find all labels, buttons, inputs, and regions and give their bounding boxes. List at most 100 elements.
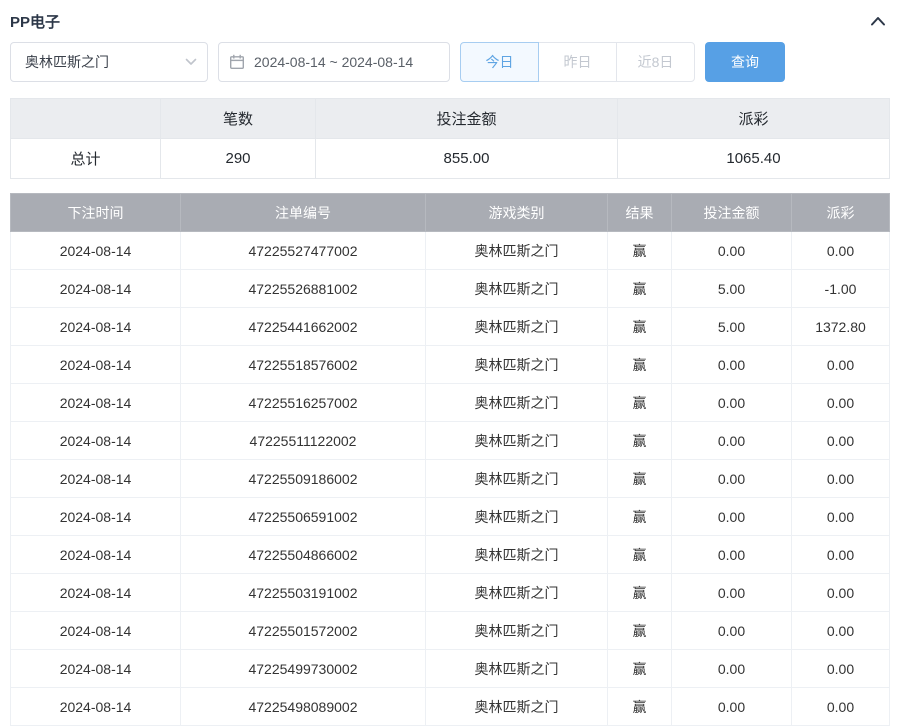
summary-count-value: 290 bbox=[161, 139, 316, 179]
table-row: 2024-08-1447225499730002奥林匹斯之门赢0.000.00 bbox=[11, 650, 890, 688]
bet-time: 2024-08-14 bbox=[11, 422, 181, 460]
bet-amount: 0.00 bbox=[672, 688, 792, 726]
bet-payout: -1.00 bbox=[792, 270, 890, 308]
bet-number: 47225498089002 bbox=[181, 688, 426, 726]
game-category[interactable]: 奥林匹斯之门 bbox=[426, 384, 608, 422]
summary-total-row: 总计 290 855.00 1065.40 bbox=[11, 139, 890, 179]
filter-bar: 奥林匹斯之门 2024-08-14 ~ 2024-08-14 今日 昨日 近8日… bbox=[10, 42, 889, 82]
bet-time: 2024-08-14 bbox=[11, 688, 181, 726]
table-row: 2024-08-1447225518576002奥林匹斯之门赢0.000.00 bbox=[11, 346, 890, 384]
bet-result: 赢 bbox=[608, 232, 672, 270]
bet-number: 47225527477002 bbox=[181, 232, 426, 270]
bet-amount: 0.00 bbox=[672, 612, 792, 650]
bet-payout: 0.00 bbox=[792, 460, 890, 498]
summary-header-row: 笔数 投注金额 派彩 bbox=[11, 99, 890, 139]
bet-amount: 0.00 bbox=[672, 384, 792, 422]
bet-number: 47225506591002 bbox=[181, 498, 426, 536]
bet-time: 2024-08-14 bbox=[11, 650, 181, 688]
game-category[interactable]: 奥林匹斯之门 bbox=[426, 232, 608, 270]
date-range-value: 2024-08-14 ~ 2024-08-14 bbox=[254, 54, 413, 70]
bet-number: 47225441662002 bbox=[181, 308, 426, 346]
game-category[interactable]: 奥林匹斯之门 bbox=[426, 346, 608, 384]
table-row: 2024-08-1447225527477002奥林匹斯之门赢0.000.00 bbox=[11, 232, 890, 270]
bet-payout: 0.00 bbox=[792, 232, 890, 270]
bet-number: 47225511122002 bbox=[181, 422, 426, 460]
summary-payout-value: 1065.40 bbox=[618, 139, 890, 179]
col-game-category: 游戏类别 bbox=[426, 194, 608, 232]
date-range-picker[interactable]: 2024-08-14 ~ 2024-08-14 bbox=[218, 42, 450, 82]
summary-col-empty bbox=[11, 99, 161, 139]
game-category[interactable]: 奥林匹斯之门 bbox=[426, 688, 608, 726]
bet-result: 赢 bbox=[608, 270, 672, 308]
bet-table: 下注时间 注单编号 游戏类别 结果 投注金额 派彩 2024-08-144722… bbox=[10, 193, 890, 726]
game-category[interactable]: 奥林匹斯之门 bbox=[426, 612, 608, 650]
bet-result: 赢 bbox=[608, 422, 672, 460]
game-select[interactable]: 奥林匹斯之门 bbox=[10, 42, 208, 82]
col-bet-number: 注单编号 bbox=[181, 194, 426, 232]
bet-result: 赢 bbox=[608, 460, 672, 498]
col-bet-amount: 投注金额 bbox=[672, 194, 792, 232]
table-row: 2024-08-1447225498089002奥林匹斯之门赢0.000.00 bbox=[11, 688, 890, 726]
bet-time: 2024-08-14 bbox=[11, 384, 181, 422]
bet-payout: 0.00 bbox=[792, 574, 890, 612]
table-row: 2024-08-1447225504866002奥林匹斯之门赢0.000.00 bbox=[11, 536, 890, 574]
bet-number: 47225501572002 bbox=[181, 612, 426, 650]
today-button[interactable]: 今日 bbox=[460, 42, 539, 82]
bet-number: 47225509186002 bbox=[181, 460, 426, 498]
summary-col-bet-amount: 投注金额 bbox=[316, 99, 618, 139]
bet-amount: 5.00 bbox=[672, 270, 792, 308]
summary-col-payout: 派彩 bbox=[618, 99, 890, 139]
game-category[interactable]: 奥林匹斯之门 bbox=[426, 498, 608, 536]
yesterday-button[interactable]: 昨日 bbox=[538, 42, 617, 82]
table-row: 2024-08-1447225506591002奥林匹斯之门赢0.000.00 bbox=[11, 498, 890, 536]
bet-result: 赢 bbox=[608, 612, 672, 650]
search-button[interactable]: 查询 bbox=[705, 42, 785, 82]
game-category[interactable]: 奥林匹斯之门 bbox=[426, 308, 608, 346]
table-row: 2024-08-1447225526881002奥林匹斯之门赢5.00-1.00 bbox=[11, 270, 890, 308]
bet-amount: 0.00 bbox=[672, 422, 792, 460]
bet-number: 47225516257002 bbox=[181, 384, 426, 422]
bet-time: 2024-08-14 bbox=[11, 232, 181, 270]
bet-payout: 0.00 bbox=[792, 384, 890, 422]
report-panel: PP电子 奥林匹斯之门 2024-08-14 ~ 2024-08-14 bbox=[0, 0, 899, 726]
table-row: 2024-08-1447225441662002奥林匹斯之门赢5.001372.… bbox=[11, 308, 890, 346]
table-row: 2024-08-1447225511122002奥林匹斯之门赢0.000.00 bbox=[11, 422, 890, 460]
bet-amount: 0.00 bbox=[672, 232, 792, 270]
bet-time: 2024-08-14 bbox=[11, 346, 181, 384]
bet-amount: 0.00 bbox=[672, 498, 792, 536]
game-category[interactable]: 奥林匹斯之门 bbox=[426, 460, 608, 498]
bet-time: 2024-08-14 bbox=[11, 270, 181, 308]
bet-result: 赢 bbox=[608, 574, 672, 612]
bet-payout: 0.00 bbox=[792, 536, 890, 574]
bet-result: 赢 bbox=[608, 346, 672, 384]
game-category[interactable]: 奥林匹斯之门 bbox=[426, 650, 608, 688]
bet-time: 2024-08-14 bbox=[11, 536, 181, 574]
col-payout: 派彩 bbox=[792, 194, 890, 232]
col-bet-time: 下注时间 bbox=[11, 194, 181, 232]
bet-table-header-row: 下注时间 注单编号 游戏类别 结果 投注金额 派彩 bbox=[11, 194, 890, 232]
summary-table: 笔数 投注金额 派彩 总计 290 855.00 1065.40 bbox=[10, 98, 890, 179]
summary-total-label: 总计 bbox=[11, 139, 161, 179]
bet-amount: 0.00 bbox=[672, 536, 792, 574]
game-category[interactable]: 奥林匹斯之门 bbox=[426, 270, 608, 308]
game-select-value: 奥林匹斯之门 bbox=[25, 52, 109, 72]
game-category[interactable]: 奥林匹斯之门 bbox=[426, 536, 608, 574]
game-category[interactable]: 奥林匹斯之门 bbox=[426, 574, 608, 612]
bet-time: 2024-08-14 bbox=[11, 308, 181, 346]
summary-bet-amount-value: 855.00 bbox=[316, 139, 618, 179]
bet-payout: 0.00 bbox=[792, 346, 890, 384]
bet-result: 赢 bbox=[608, 384, 672, 422]
chevron-down-icon bbox=[185, 58, 197, 66]
panel-header: PP电子 bbox=[10, 0, 889, 36]
bet-result: 赢 bbox=[608, 688, 672, 726]
game-category[interactable]: 奥林匹斯之门 bbox=[426, 422, 608, 460]
bet-amount: 5.00 bbox=[672, 308, 792, 346]
table-row: 2024-08-1447225503191002奥林匹斯之门赢0.000.00 bbox=[11, 574, 890, 612]
bet-number: 47225503191002 bbox=[181, 574, 426, 612]
bet-payout: 0.00 bbox=[792, 422, 890, 460]
table-row: 2024-08-1447225516257002奥林匹斯之门赢0.000.00 bbox=[11, 384, 890, 422]
bet-result: 赢 bbox=[608, 650, 672, 688]
chevron-up-icon[interactable] bbox=[867, 13, 889, 29]
last-8-days-button[interactable]: 近8日 bbox=[616, 42, 695, 82]
bet-number: 47225526881002 bbox=[181, 270, 426, 308]
